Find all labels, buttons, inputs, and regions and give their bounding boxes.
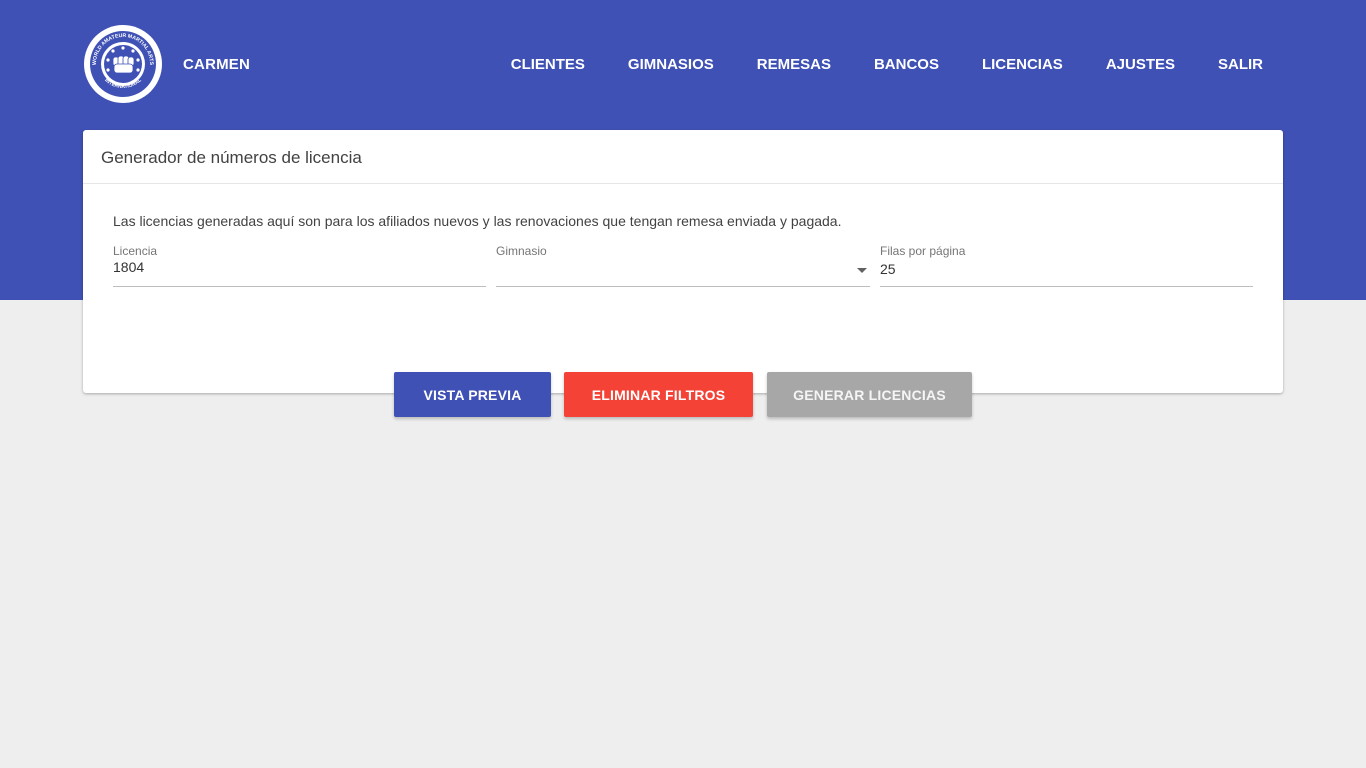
nav-salir[interactable]: SALIR (1175, 56, 1263, 73)
fist-logo-icon[interactable]: WORLD AMATEUR MARTIAL ARTS INTERNATIONAL (83, 24, 163, 104)
rows-per-page-input[interactable]: 25 (880, 261, 1253, 277)
gym-label: Gimnasio (496, 244, 547, 258)
nav-ajustes[interactable]: AJUSTES (1063, 56, 1175, 73)
generate-licenses-button[interactable]: GENERAR LICENCIAS (767, 372, 972, 417)
nav-licencias[interactable]: LICENCIAS (939, 56, 1063, 73)
nav-remesas[interactable]: REMESAS (714, 56, 831, 73)
nav-clientes[interactable]: CLIENTES (511, 56, 585, 73)
card-title: Generador de números de licencia (83, 130, 1283, 184)
clear-filters-button[interactable]: ELIMINAR FILTROS (564, 372, 753, 417)
user-name[interactable]: CARMEN (183, 56, 250, 73)
license-input[interactable]: 1804 (113, 259, 486, 275)
nav-gimnasios[interactable]: GIMNASIOS (585, 56, 714, 73)
info-text: Las licencias generadas aquí son para lo… (113, 213, 842, 229)
gym-select[interactable]: Gimnasio (496, 244, 870, 287)
main-nav: CLIENTES GIMNASIOS REMESAS BANCOS LICENC… (511, 56, 1263, 73)
rows-per-page-field[interactable]: Filas por página 25 (880, 244, 1253, 287)
chevron-down-icon[interactable] (857, 268, 867, 273)
license-field[interactable]: Licencia 1804 (113, 244, 486, 287)
rows-per-page-label: Filas por página (880, 244, 966, 258)
preview-button[interactable]: VISTA PREVIA (394, 372, 551, 417)
license-generator-card: Generador de números de licencia Las lic… (83, 130, 1283, 417)
nav-bancos[interactable]: BANCOS (831, 56, 939, 73)
license-label: Licencia (113, 244, 158, 258)
